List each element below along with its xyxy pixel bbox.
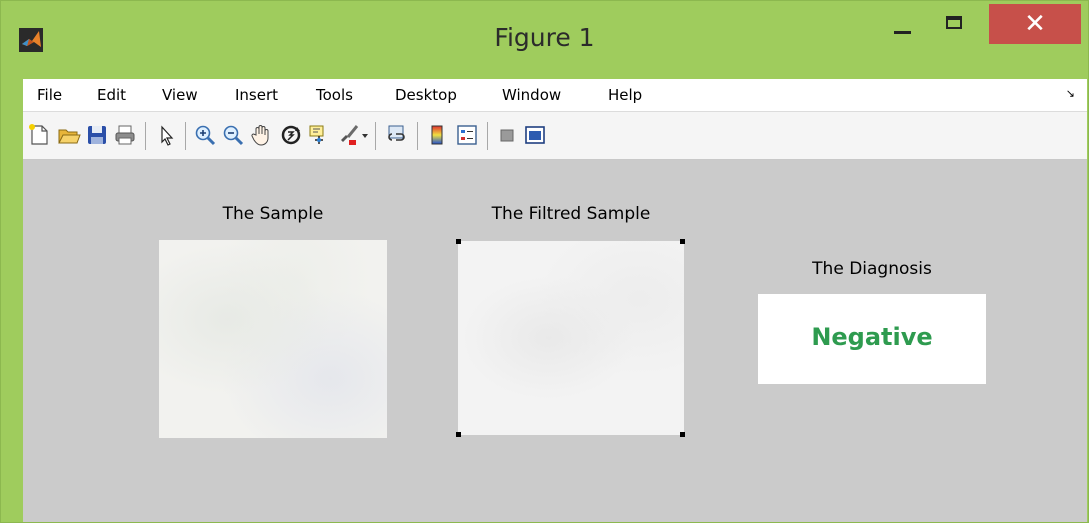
close-icon: ✕ bbox=[1024, 9, 1046, 39]
data-cursor-icon[interactable] bbox=[307, 123, 331, 147]
toolbar-separator bbox=[417, 122, 418, 150]
print-icon[interactable] bbox=[113, 123, 137, 147]
selection-handle[interactable] bbox=[456, 239, 461, 244]
brush-dropdown-icon[interactable] bbox=[359, 123, 371, 147]
menu-file[interactable]: File bbox=[37, 86, 62, 104]
zoom-in-icon[interactable] bbox=[193, 123, 217, 147]
selection-handle[interactable] bbox=[680, 239, 685, 244]
filtered-sample-title: The Filtred Sample bbox=[491, 204, 651, 224]
figure-window: Figure 1 ✕ File Edit View Insert Tools D… bbox=[0, 0, 1089, 523]
rotate-3d-icon[interactable] bbox=[279, 123, 303, 147]
close-button[interactable]: ✕ bbox=[989, 4, 1081, 44]
legend-icon[interactable] bbox=[455, 123, 479, 147]
figure-canvas: The Sample The Filtred Sample The Diagno… bbox=[23, 160, 1087, 522]
sample-image bbox=[159, 240, 387, 438]
sample-title: The Sample bbox=[222, 204, 324, 224]
filtered-sample-image[interactable] bbox=[458, 241, 684, 435]
menu-edit[interactable]: Edit bbox=[97, 86, 126, 104]
edit-plot-pointer-icon[interactable] bbox=[154, 123, 178, 147]
diagnosis-title: The Diagnosis bbox=[812, 259, 932, 279]
hide-plot-tools-icon[interactable] bbox=[495, 123, 519, 147]
maximize-button[interactable] bbox=[934, 4, 976, 44]
selection-handle[interactable] bbox=[456, 432, 461, 437]
link-plot-icon[interactable] bbox=[385, 123, 409, 147]
menu-view[interactable]: View bbox=[162, 86, 198, 104]
menu-help[interactable]: Help bbox=[608, 86, 642, 104]
menu-tools[interactable]: Tools bbox=[316, 86, 353, 104]
brush-icon[interactable] bbox=[337, 123, 361, 147]
colorbar-icon[interactable] bbox=[425, 123, 449, 147]
open-file-icon[interactable] bbox=[57, 123, 81, 147]
save-icon[interactable] bbox=[85, 123, 109, 147]
minimize-button[interactable] bbox=[879, 4, 927, 44]
figure-toolbar bbox=[23, 112, 1087, 160]
pan-hand-icon[interactable] bbox=[249, 123, 273, 147]
menu-overflow-icon[interactable]: ↘ bbox=[1066, 87, 1075, 100]
toolbar-separator bbox=[185, 122, 186, 150]
diagnosis-value: Negative bbox=[811, 323, 933, 351]
zoom-out-icon[interactable] bbox=[221, 123, 245, 147]
menu-desktop[interactable]: Desktop bbox=[395, 86, 457, 104]
menu-bar: File Edit View Insert Tools Desktop Wind… bbox=[23, 79, 1087, 112]
maximize-icon bbox=[946, 16, 962, 29]
minimize-icon bbox=[894, 31, 911, 34]
menu-window[interactable]: Window bbox=[502, 86, 561, 104]
new-figure-icon[interactable] bbox=[27, 123, 51, 147]
menu-insert[interactable]: Insert bbox=[235, 86, 278, 104]
toolbar-separator bbox=[375, 122, 376, 150]
show-plot-tools-icon[interactable] bbox=[523, 123, 547, 147]
title-bar[interactable]: Figure 1 ✕ bbox=[1, 1, 1088, 78]
toolbar-separator bbox=[145, 122, 146, 150]
toolbar-separator bbox=[487, 122, 488, 150]
selection-handle[interactable] bbox=[680, 432, 685, 437]
diagnosis-box: Negative bbox=[758, 294, 986, 384]
